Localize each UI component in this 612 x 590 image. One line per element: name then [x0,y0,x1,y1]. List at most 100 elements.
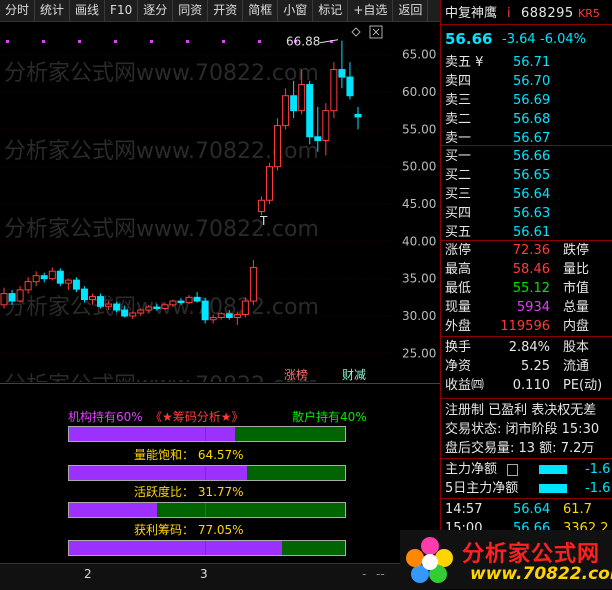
tick-time: 14:57 [445,502,483,517]
ask-level: 卖四 56.70 [441,72,612,91]
tick-price: 56.64 [513,502,551,517]
candle-body [64,279,72,284]
candle-body [266,166,273,201]
toolbar-button[interactable]: F10 [105,0,139,21]
axis-label: 2 [84,567,92,581]
stat-label-2: 股本 [563,340,590,355]
toolbar-button[interactable]: +自选 [348,0,394,21]
tick-volume: 61.7 [563,502,592,517]
candle-body [274,125,282,168]
toolbar-button[interactable]: 分时 [0,0,36,21]
marker-dot [42,40,45,43]
stat-label: 净资 [445,359,472,374]
watermark-text: 分析家公式网www.70822.com [4,61,319,86]
candle-body [129,312,137,317]
bid-level: 买一 56.66 [441,147,612,166]
toolbar-button[interactable]: 逐分 [138,0,174,21]
toolbar-button[interactable]: 统计 [35,0,71,21]
candle-body [89,296,96,301]
y-tick-label: 60.00 [402,85,436,99]
tick-row: 14:57 56.64 61.7 [441,500,612,519]
chip-title-mid: 《★筹码分析★》 [150,410,244,424]
y-tick-label: 25.00 [402,346,436,360]
stat-label-2: 市值 [563,281,590,296]
candle-body [233,314,241,318]
site-logo: 分析家公式网 www.70822.com [400,530,612,589]
main-net-value: -1.6 [585,462,611,477]
bid-label: 买一 [445,149,472,164]
chip-bar-fill [69,541,282,555]
candle-body [137,309,145,314]
toolbar-button[interactable]: 小窗 [278,0,314,21]
stat-label-2: 总量 [563,300,590,315]
time-axis: 2 3 - -- [0,563,440,590]
stat-row: 换手 2.84% 股本 [441,338,612,357]
scroll-left-button[interactable]: - [362,567,366,581]
candle-body [24,281,32,291]
candle-body [298,84,306,112]
candle-body [306,84,314,138]
candle-body [40,275,48,280]
candle-body [8,293,16,302]
marker-dot [114,40,117,43]
candle-body [314,136,322,142]
candle-body [185,296,193,304]
chip-bar-label: 量能饱和： 64.57% [134,448,244,462]
toolbar-button[interactable]: 简框 [243,0,279,21]
ask-price: 56.69 [513,93,551,108]
main-net-5d-label: 5日主力净额 [445,481,519,496]
toolbar-button[interactable]: 同资 [173,0,209,21]
y-tick-label: 65.00 [402,48,436,62]
toolbar-button[interactable]: 画线 [70,0,106,21]
stat-label-2: 跌停 [563,243,590,258]
stat-value: 58.46 [512,262,550,277]
y-tick-label: 35.00 [402,272,436,286]
watermark-text: 分析家公式网www.70822.com [4,217,319,242]
stat-row: 外盘 119596 内盘 [441,317,612,336]
caijian-badge: 财减 [342,368,366,382]
chip-bar-label: 活跃度比： 31.77% [134,485,244,499]
candlestick-chart[interactable]: 分析家公式网www.70822.com 分析家公式网www.70822.com 分析… [0,22,440,398]
chip-bar [68,540,346,556]
ask-price: 56.71 [513,55,551,70]
chip-bar-fill [69,427,235,441]
candle-body [217,313,225,318]
candle-body [105,303,113,307]
candle-body [16,289,24,302]
stat-row: 现量 5934 总量 [441,298,612,317]
stat-value: 119596 [500,319,550,334]
toolbar-button[interactable]: 开资 [208,0,244,21]
candle-body [169,300,177,306]
bid-level: 买四 56.63 [441,204,612,223]
doc-icon [507,464,518,476]
chip-title-right: 散户持有40% [292,410,367,424]
stat-label: 最低 [445,281,472,296]
toolbar-button[interactable]: 标记 [313,0,349,21]
candle-body [330,69,338,112]
bid-price: 56.64 [513,187,551,202]
bid-level: 买二 56.65 [441,166,612,185]
main-net-5d-value: -1.6 [585,481,611,496]
stat-label-2: 内盘 [563,319,590,334]
stat-label-2: PE(动) [563,378,603,393]
stat-value: 5934 [516,300,550,315]
candle-body [0,293,8,306]
candle-body [80,288,88,301]
ask-level: 卖二 56.68 [441,110,612,129]
y-tick-label: 45.00 [402,197,436,211]
kline-svg: 分析家公式网www.70822.com 分析家公式网www.70822.com 分析… [0,25,436,398]
candle-body [161,304,169,310]
stock-name: 中复神鹰 [445,6,498,21]
stat-value: 0.110 [512,378,550,393]
scroll-right-button[interactable]: -- [376,567,385,581]
watermark-text: 分析家公式网www.70822.com [4,373,319,382]
chip-bar [68,426,346,442]
trade-status: 交易状态: 闭市阶段 15:30 [445,422,600,437]
bid-label: 买三 [445,187,472,202]
t-marker: T [259,214,268,228]
ask-level: 卖五 ¥ 56.71 [441,53,612,72]
marker-dot [150,40,153,43]
toolbar-button[interactable]: 返回 [393,0,429,21]
stock-code: 688295 [521,6,574,21]
marker-dot [6,40,9,43]
